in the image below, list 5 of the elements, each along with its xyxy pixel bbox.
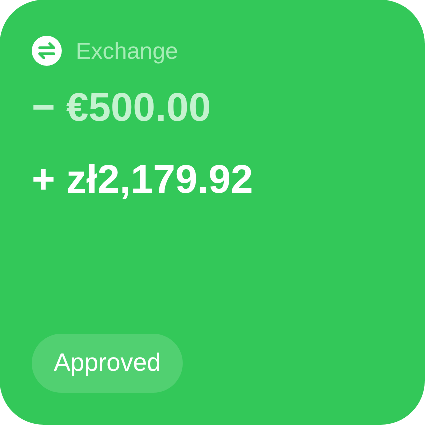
transaction-type: Exchange: [76, 37, 178, 66]
debit-amount: − €500.00: [32, 84, 212, 132]
credit-amount: + zł2,179.92: [32, 156, 254, 204]
exchange-icon: [32, 36, 62, 66]
status-badge: Approved: [32, 334, 184, 393]
